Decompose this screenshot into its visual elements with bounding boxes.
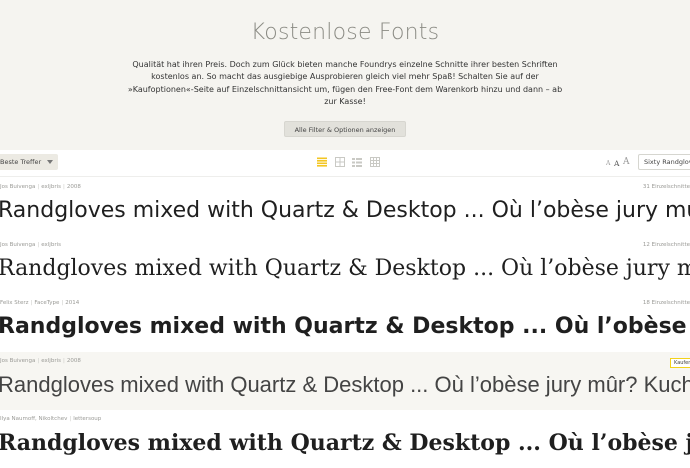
font-sample-text[interactable]: Randgloves mixed with Quartz & Desktop .… (0, 430, 690, 456)
font-sample-text[interactable]: Randgloves mixed with Quartz & Desktop .… (0, 372, 690, 398)
font-row[interactable]: Felix Sterz | FaceType | 2014 18 Einzelschni… (0, 294, 690, 352)
font-meta: Felix Sterz | FaceType | 2014 (0, 300, 80, 306)
foundry-link[interactable]: lettersoup (73, 416, 101, 422)
hero-description-line: Qualität hat ihren Preis. Doch zum Glück… (132, 60, 558, 69)
font-meta: Jos Buivenga | exljbris (0, 242, 61, 248)
font-row[interactable]: Jos Buivenga | exljbris 12 Einzelschnitte … (0, 236, 690, 294)
sample-text-input[interactable]: Sixty Randgloves (638, 154, 690, 170)
list-view-icon[interactable] (317, 157, 327, 167)
designer-link[interactable]: Jos Buivenga (0, 242, 35, 248)
hero-description-line: zur Kasse! (324, 96, 366, 106)
font-size-medium-button[interactable]: A (614, 159, 619, 168)
hero-description: Qualität hat ihren Preis. Doch zum Glück… (108, 59, 582, 108)
designer-link[interactable]: Ilya Naumoff, Nikoltchev (0, 416, 67, 422)
style-count: 18 Einzelschnitte (642, 300, 690, 306)
tile-view-icon[interactable] (370, 157, 380, 167)
font-row[interactable]: Ilya Naumoff, Nikoltchev | lettersoup Rand… (0, 410, 690, 468)
font-sample-text[interactable]: Randgloves mixed with Quartz & Desktop .… (0, 256, 690, 281)
foundry-link[interactable]: FaceType (34, 300, 59, 306)
font-meta: Jos Buivenga | exljbris | 2008 (0, 184, 81, 190)
compact-list-icon[interactable] (352, 157, 362, 167)
sort-select[interactable]: Beste Treffer (0, 154, 58, 170)
font-sample-text[interactable]: Randgloves mixed with Quartz & Desktop .… (0, 314, 690, 339)
buy-button[interactable]: Kaufen (670, 358, 690, 368)
designer-link[interactable]: Jos Buivenga (0, 358, 35, 364)
font-row[interactable]: Jos Buivenga | exljbris | 2008 Kaufen Randgl… (0, 352, 690, 410)
font-size-large-button[interactable]: A (623, 157, 630, 167)
grid-view-icon[interactable] (335, 157, 345, 167)
designer-link[interactable]: Felix Sterz (0, 300, 29, 306)
sort-select-label: Beste Treffer (0, 158, 42, 166)
chevron-down-icon (47, 160, 53, 164)
designer-link[interactable]: Jos Buivenga (0, 184, 35, 190)
style-count: 12 Einzelschnitte (642, 242, 690, 248)
font-year: 2014 (65, 300, 80, 306)
font-year: 2008 (66, 184, 81, 190)
foundry-link[interactable]: exljbris (41, 358, 61, 364)
page-title: Kostenlose Fonts (250, 20, 440, 45)
style-count: 31 Einzelschnitte (642, 184, 690, 190)
results-toolbar: Beste Treffer A A A Sixty Randglo (0, 150, 690, 177)
font-year: 2008 (66, 358, 81, 364)
show-filters-button[interactable]: Alle Filter & Optionen anzeigen (284, 121, 406, 137)
hero-section: Kostenlose Fonts Qualität hat ihren Prei… (0, 0, 690, 150)
hero-description-line: »Kaufoptionen«-Seite auf Einzelschnittan… (127, 84, 563, 94)
font-meta: Ilya Naumoff, Nikoltchev | lettersoup (0, 416, 102, 422)
font-sample-text[interactable]: Randgloves mixed with Quartz & Desktop .… (0, 198, 690, 223)
foundry-link[interactable]: exljbris (41, 242, 61, 248)
font-meta: Jos Buivenga | exljbris | 2008 (0, 358, 81, 364)
font-size-small-button[interactable]: A (606, 160, 610, 167)
hero-description-line: kostenlos an. So macht das ausgiebige Au… (151, 72, 539, 82)
foundry-link[interactable]: exljbris (41, 184, 61, 190)
font-row[interactable]: Jos Buivenga | exljbris | 2008 31 Einzelschn… (0, 178, 690, 236)
